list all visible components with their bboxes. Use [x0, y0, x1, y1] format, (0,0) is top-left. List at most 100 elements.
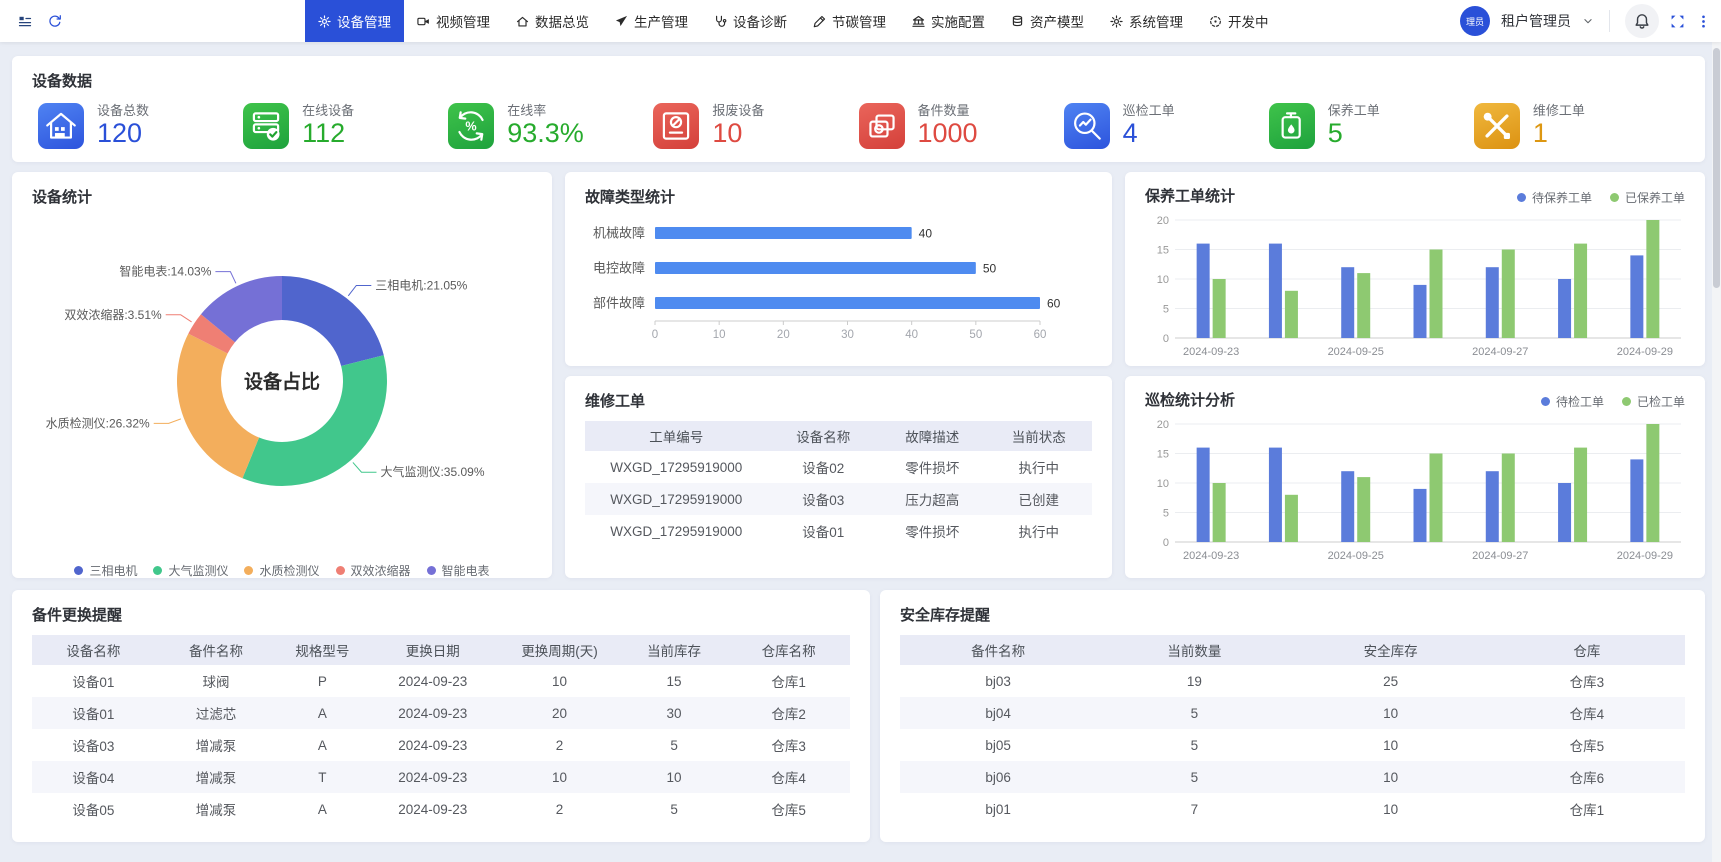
svg-text:0: 0: [1163, 537, 1169, 549]
table-cell: 2024-09-23: [367, 729, 498, 761]
table-cell: 增减泵: [155, 729, 278, 761]
fault-panel-title: 故障类型统计: [565, 172, 1112, 207]
svg-text:部件故障: 部件故障: [593, 296, 645, 311]
column-header: 仓库名称: [727, 635, 850, 665]
column-header: 规格型号: [277, 635, 367, 665]
svg-text:10: 10: [1157, 274, 1169, 286]
stat-value: 120: [97, 118, 149, 148]
table-row[interactable]: WXGD_17295919000设备02零件损坏执行中: [585, 451, 1092, 483]
table-cell: 仓库5: [727, 793, 850, 825]
table-row[interactable]: bj04510仓库4: [900, 697, 1685, 729]
nav-item-9[interactable]: 系统管理: [1097, 0, 1196, 42]
legend-dot: [1622, 397, 1631, 406]
stat-card-1: 设备总数120: [38, 103, 243, 149]
nav-item-8[interactable]: 资产模型: [998, 0, 1097, 42]
stat-card-2: 在线设备112: [243, 103, 448, 149]
table-cell: 压力超高: [879, 483, 985, 515]
avatar[interactable]: 理员: [1460, 6, 1490, 36]
table-row[interactable]: WXGD_17295919000设备01零件损坏执行中: [585, 515, 1092, 547]
table-row[interactable]: WXGD_17295919000设备03压力超高已创建: [585, 483, 1092, 515]
pen-icon: [813, 15, 826, 28]
nav-item-4[interactable]: 生产管理: [602, 0, 701, 42]
stat-label: 维修工单: [1533, 104, 1585, 119]
table-row[interactable]: 设备01球阀P2024-09-231015仓库1: [32, 665, 850, 697]
table-cell: 设备05: [32, 793, 155, 825]
stat-card-7: 保养工单5: [1269, 103, 1474, 149]
svg-text:设备占比: 设备占比: [244, 370, 320, 393]
table-cell: 10: [498, 761, 621, 793]
device-pie-legend: 三相电机大气监测仪水质检测仪双效浓缩器智能电表: [12, 554, 552, 579]
nav-item-5[interactable]: 设备诊断: [701, 0, 800, 42]
navbar-right: 理员 租户管理员: [1460, 0, 1711, 42]
column-header: 设备名称: [768, 421, 880, 451]
nav-item-7[interactable]: 实施配置: [899, 0, 998, 42]
table-cell: 10: [621, 761, 727, 793]
table-cell: WXGD_17295919000: [585, 451, 768, 483]
svg-text:水质检测仪:26.32%: 水质检测仪:26.32%: [46, 415, 150, 430]
legend-dot: [1517, 193, 1526, 202]
stat-value: 10: [712, 118, 764, 148]
legend-item[interactable]: 待检工单: [1541, 393, 1604, 410]
menu-icon[interactable]: [18, 14, 32, 28]
notifications-button[interactable]: [1625, 4, 1659, 38]
legend-item[interactable]: 已检工单: [1622, 393, 1685, 410]
table-cell: 设备01: [32, 697, 155, 729]
column-header: 仓库: [1489, 635, 1685, 665]
stat-label: 报废设备: [712, 104, 764, 119]
scrollbar-thumb[interactable]: [1713, 48, 1720, 288]
user-name[interactable]: 租户管理员: [1501, 11, 1571, 31]
table-row[interactable]: bj06510仓库6: [900, 761, 1685, 793]
maintenance-legend: 待保养工单 已保养工单: [1517, 189, 1685, 206]
nav-item-3[interactable]: 数据总览: [503, 0, 602, 42]
table-cell: 2024-09-23: [367, 665, 498, 697]
legend-item[interactable]: 双效浓缩器: [336, 562, 411, 579]
table-cell: 20: [498, 697, 621, 729]
legend-dot: [244, 566, 253, 575]
legend-item[interactable]: 水质检测仪: [244, 562, 319, 579]
table-row[interactable]: 设备05增减泵A2024-09-2325仓库5: [32, 793, 850, 825]
table-cell: 2024-09-23: [367, 697, 498, 729]
table-cell: 执行中: [986, 451, 1092, 483]
refresh-icon[interactable]: [48, 14, 62, 28]
tools-icon: [1474, 103, 1520, 149]
spare-panel-title: 备件更换提醒: [12, 590, 870, 625]
table-cell: 执行中: [986, 515, 1092, 547]
stat-label: 在线设备: [302, 104, 354, 119]
table-row[interactable]: 设备03增减泵A2024-09-2325仓库3: [32, 729, 850, 761]
table-cell: 增减泵: [155, 793, 278, 825]
chevron-down-icon[interactable]: [1582, 15, 1594, 27]
device-panel-title: 设备统计: [12, 172, 552, 207]
table-cell: 仓库5: [1489, 729, 1685, 761]
table-row[interactable]: bj031925仓库3: [900, 665, 1685, 697]
table-row[interactable]: 设备01过滤芯A2024-09-232030仓库2: [32, 697, 850, 729]
table-row[interactable]: 设备04增减泵T2024-09-231010仓库4: [32, 761, 850, 793]
stethoscope-icon: [714, 15, 727, 28]
svg-text:20: 20: [777, 329, 790, 341]
column-header: 当前库存: [621, 635, 727, 665]
table-cell: 2024-09-23: [367, 793, 498, 825]
nav-item-1[interactable]: 设备管理: [305, 0, 404, 42]
table-cell: 10: [1293, 729, 1489, 761]
svg-text:2024-09-25: 2024-09-25: [1328, 550, 1384, 562]
fullscreen-icon[interactable]: [1670, 14, 1685, 29]
plane-icon: [615, 15, 628, 28]
legend-item[interactable]: 三相电机: [74, 562, 137, 579]
nav-item-6[interactable]: 节碳管理: [800, 0, 899, 42]
nav-item-2[interactable]: 视频管理: [404, 0, 503, 42]
more-menu-icon[interactable]: [1696, 14, 1711, 29]
svg-text:%: %: [466, 119, 477, 133]
table-row[interactable]: bj05510仓库5: [900, 729, 1685, 761]
legend-item[interactable]: 待保养工单: [1517, 189, 1592, 206]
spare-parts-panel: 备件更换提醒 设备名称备件名称规格型号更换日期更换周期(天)当前库存仓库名称设备…: [12, 590, 870, 842]
svg-text:0: 0: [652, 329, 658, 341]
legend-item[interactable]: 智能电表: [427, 562, 490, 579]
copies-icon: [859, 103, 905, 149]
data-table: 工单编号设备名称故障描述当前状态WXGD_17295919000设备02零件损坏…: [585, 421, 1092, 547]
nav-item-10[interactable]: 开发中: [1196, 0, 1282, 42]
table-cell: WXGD_17295919000: [585, 515, 768, 547]
table-row[interactable]: bj01710仓库1: [900, 793, 1685, 825]
legend-item[interactable]: 已保养工单: [1610, 189, 1685, 206]
column-header: 备件名称: [155, 635, 278, 665]
data-table: 备件名称当前数量安全库存仓库bj031925仓库3bj04510仓库4bj055…: [900, 635, 1685, 825]
legend-item[interactable]: 大气监测仪: [153, 562, 228, 579]
